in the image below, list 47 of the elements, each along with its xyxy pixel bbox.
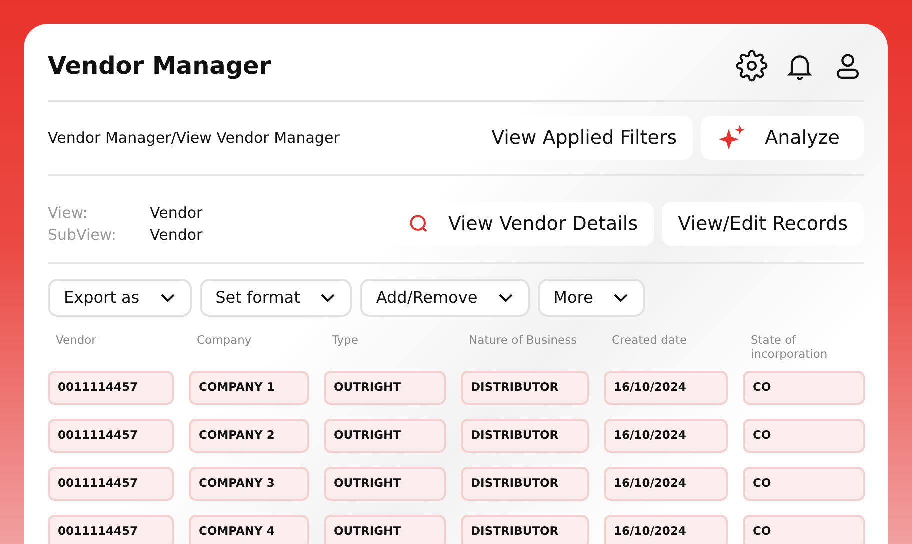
table-cell: OUTRIGHT <box>324 419 446 453</box>
breadcrumb: Vendor Manager/View Vendor Manager <box>48 128 340 149</box>
column-header: Type <box>331 333 360 349</box>
table-cell: DISTRIBUTOR <box>461 515 589 544</box>
action-button[interactable]: View/Edit Records <box>662 202 864 246</box>
field-label: View: <box>48 202 89 224</box>
chevron-down-icon <box>160 293 176 303</box>
table-cell: 0011114457 <box>48 419 174 453</box>
dropdown-button[interactable]: Export as <box>48 279 192 317</box>
table-cell: 16/10/2024 <box>604 467 728 501</box>
table-cell: 16/10/2024 <box>604 515 728 544</box>
field-label: SubView: <box>48 225 118 246</box>
settings-icon[interactable] <box>736 50 768 82</box>
page-title: Vendor Manager <box>48 52 272 80</box>
table-cell: 16/10/2024 <box>604 419 728 453</box>
table-cell: 0011114457 <box>48 515 174 544</box>
chevron-down-icon <box>613 293 630 303</box>
table-cell: COMPANY 2 <box>189 419 309 453</box>
column-header: State of incorporation <box>750 333 829 363</box>
table-cell: CO <box>743 371 865 405</box>
column-header: Company <box>196 333 253 349</box>
chevron-down-icon <box>320 293 336 303</box>
dropdown-button[interactable]: Add/Remove <box>360 279 530 317</box>
column-header: Created date <box>611 333 688 349</box>
field-value: Vendor <box>150 202 203 224</box>
table-cell: DISTRIBUTOR <box>461 419 589 453</box>
chevron-down-icon <box>498 293 514 303</box>
dropdown-button[interactable]: More <box>538 279 646 317</box>
table-cell: OUTRIGHT <box>324 515 446 544</box>
table-cell: 0011114457 <box>48 371 174 405</box>
table-cell: COMPANY 1 <box>189 371 309 405</box>
table-cell: CO <box>743 419 865 453</box>
table-cell: 0011114457 <box>48 467 174 501</box>
table-cell: COMPANY 3 <box>189 467 309 501</box>
table-cell: OUTRIGHT <box>324 371 446 405</box>
table-cell: DISTRIBUTOR <box>461 371 589 405</box>
table-cell: COMPANY 4 <box>189 515 309 544</box>
table-cell: 16/10/2024 <box>604 371 728 405</box>
field-value: Vendor <box>150 225 203 246</box>
table-cell: OUTRIGHT <box>324 467 446 501</box>
dropdown-button[interactable]: Set format <box>200 279 352 317</box>
column-header: Vendor <box>55 333 98 349</box>
table-cell: DISTRIBUTOR <box>461 467 589 501</box>
column-header: Nature of Business <box>468 333 578 349</box>
action-button[interactable]: Analyze <box>701 116 864 160</box>
table-cell: CO <box>743 467 865 501</box>
table-cell: CO <box>743 515 865 544</box>
